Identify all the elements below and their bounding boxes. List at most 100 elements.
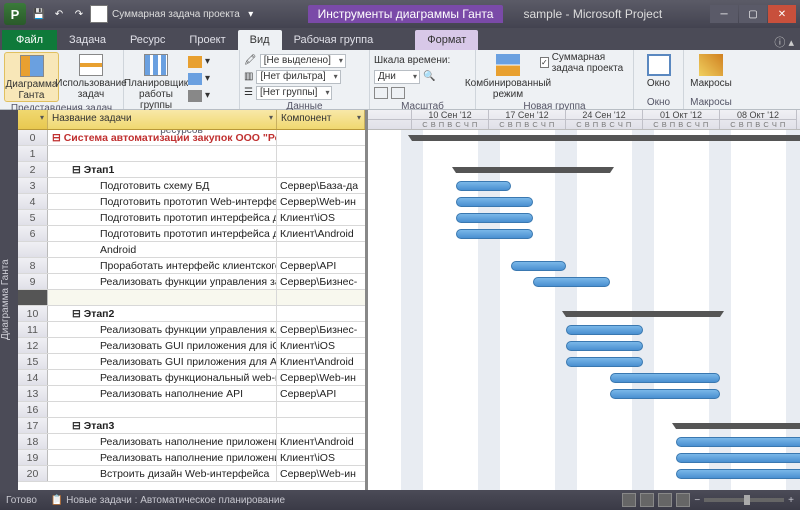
undo-icon[interactable]: ↶ (50, 5, 68, 23)
table-row[interactable]: 6Подготовить прототип интерфейса дляКлие… (18, 226, 365, 242)
table-row[interactable]: 19Реализовать наполнение приложения iOSК… (18, 450, 365, 466)
window-button[interactable]: Окно (638, 52, 679, 89)
table-row[interactable]: 11Реализовать функции управления клиента… (18, 322, 365, 338)
column-indicator[interactable] (18, 110, 48, 129)
qat-summary-label: Суммарная задача проекта (112, 9, 240, 20)
redo-icon[interactable]: ↷ (70, 5, 88, 23)
summary-bar[interactable] (412, 135, 800, 141)
timescale-week: 24 Сен '12С В П В С Ч П (566, 110, 643, 129)
app-icon[interactable]: P (4, 3, 26, 25)
gantt-bar[interactable] (456, 213, 533, 223)
gantt-bar[interactable] (533, 277, 610, 287)
summary-task-checkbox[interactable]: ✓ (540, 57, 549, 68)
tab-resource[interactable]: Ресурс (118, 30, 177, 50)
minimize-button[interactable]: ─ (710, 5, 738, 23)
group-window: Окно (638, 96, 679, 109)
tab-task[interactable]: Задача (57, 30, 118, 50)
gantt-bar[interactable] (676, 453, 800, 463)
status-ready: Готово (6, 495, 37, 506)
gantt-chart-button[interactable]: Диаграмма Ганта (4, 52, 59, 102)
summary-bar[interactable] (676, 423, 800, 429)
group-dropdown[interactable]: [Нет группы] (256, 86, 332, 100)
view-shortcut-4[interactable] (676, 493, 690, 507)
table-row[interactable]: 2Этап1 (18, 162, 365, 178)
table-row[interactable]: 8Проработать интерфейс клиентского APIСе… (18, 258, 365, 274)
table-row[interactable]: 17Этап3 (18, 418, 365, 434)
table-row[interactable]: 5Подготовить прототип интерфейса для iOS… (18, 210, 365, 226)
macros-button[interactable]: Макросы (688, 52, 734, 89)
summary-bar[interactable] (566, 311, 720, 317)
statusbar: Готово 📋 Новые задачи : Автоматическое п… (0, 490, 800, 510)
table-row[interactable]: 3Подготовить схему БДСервер\База-да (18, 178, 365, 194)
resource-view-icon3[interactable]: ▾ (188, 88, 210, 103)
gantt-bar[interactable] (676, 469, 800, 479)
titlebar: P 💾 ↶ ↷ ✓ Суммарная задача проекта ▾ Инс… (0, 0, 800, 28)
zoom-slider[interactable] (704, 498, 784, 502)
resource-view-icon1[interactable]: ▾ (188, 54, 210, 69)
filter-icon: ▥ (244, 71, 253, 82)
table-row[interactable]: 0⊟ Система автоматизации закупок ООО "Ро… (18, 130, 365, 146)
view-shortcut-2[interactable] (640, 493, 654, 507)
file-tab[interactable]: Файл (2, 30, 57, 50)
view-shortcut-1[interactable] (622, 493, 636, 507)
highlight-icon: 🖍 (244, 55, 257, 66)
gantt-bar[interactable] (511, 261, 566, 271)
gantt-bar[interactable] (566, 325, 643, 335)
view-shortcut-3[interactable] (658, 493, 672, 507)
save-icon[interactable]: 💾 (30, 5, 48, 23)
table-row[interactable]: 1 (18, 146, 365, 162)
timescale-dropdown[interactable]: Дни (374, 70, 420, 84)
table-row[interactable] (18, 290, 365, 306)
zoom-fit-icon[interactable] (374, 85, 405, 100)
contextual-tab-title: Инструменты диаграммы Ганта (308, 5, 504, 23)
table-row[interactable]: 12Реализовать GUI приложения для iOSКлие… (18, 338, 365, 354)
table-row[interactable]: 13Реализовать наполнение APIСервер\API (18, 386, 365, 402)
timescale-week: 17 Сен '12С В П В С Ч П (489, 110, 566, 129)
gantt-bar[interactable] (610, 389, 720, 399)
summary-bar[interactable] (456, 167, 610, 173)
gantt-chart[interactable]: 10 Сен '12С В П В С Ч П17 Сен '12С В П В… (368, 110, 800, 490)
ribbon-help-icon[interactable]: ⓘ ▴ (768, 34, 800, 50)
tab-view[interactable]: Вид (238, 30, 282, 50)
gantt-bar[interactable] (566, 341, 643, 351)
zoom-out-button[interactable]: − (694, 495, 700, 506)
table-row[interactable]: 4Подготовить прототип Web-интерфейсаСерв… (18, 194, 365, 210)
view-side-tab[interactable]: Диаграмма Ганта (0, 110, 18, 490)
combined-mode-button[interactable]: Комбинированный режим (480, 52, 536, 100)
team-planner-button[interactable]: Планировщик работы группы (128, 52, 184, 111)
task-usage-button[interactable]: Использование задач (63, 52, 119, 100)
gantt-bar[interactable] (610, 373, 720, 383)
zoom-icon[interactable]: 🔍 (423, 71, 435, 82)
column-task-name[interactable]: Название задачи (48, 110, 277, 129)
column-component[interactable]: Компонент (277, 110, 365, 129)
tab-project[interactable]: Проект (177, 30, 237, 50)
timescale-week: 10 Сен '12С В П В С Ч П (412, 110, 489, 129)
gantt-bar[interactable] (456, 229, 533, 239)
summary-task-checkbox-qat[interactable]: ✓ (90, 5, 108, 23)
group-icon: ☰ (244, 87, 253, 98)
group-macros: Макросы (688, 96, 734, 109)
table-row[interactable]: 9Реализовать функции управления заказами… (18, 274, 365, 290)
gantt-bar[interactable] (676, 437, 800, 447)
maximize-button[interactable]: ▢ (739, 5, 767, 23)
highlight-dropdown[interactable]: [Не выделено] (260, 54, 346, 68)
table-row[interactable]: 15Реализовать GUI приложения для Android… (18, 354, 365, 370)
document-title: sample - Microsoft Project (523, 7, 662, 21)
resource-view-icon2[interactable]: ▾ (188, 71, 210, 86)
tab-team[interactable]: Рабочая группа (282, 30, 386, 50)
table-row[interactable]: 18Реализовать наполнение приложения Andr… (18, 434, 365, 450)
tab-format[interactable]: Формат (415, 30, 478, 50)
table-row[interactable]: Android (18, 242, 365, 258)
timescale-week: 08 Окт '12С В П В С Ч П (720, 110, 797, 129)
table-row[interactable]: 14Реализовать функциональный web-интерфе… (18, 370, 365, 386)
gantt-bar[interactable] (566, 357, 643, 367)
table-row[interactable]: 10Этап2 (18, 306, 365, 322)
filter-dropdown[interactable]: [Нет фильтра] (256, 70, 340, 84)
gantt-bar[interactable] (456, 197, 533, 207)
qat-more-icon[interactable]: ▾ (242, 5, 260, 23)
gantt-bar[interactable] (456, 181, 511, 191)
table-row[interactable]: 20Встроить дизайн Web-интерфейсаСервер\W… (18, 466, 365, 482)
table-row[interactable]: 16 (18, 402, 365, 418)
close-button[interactable]: ✕ (768, 5, 796, 23)
zoom-in-button[interactable]: + (788, 495, 794, 506)
